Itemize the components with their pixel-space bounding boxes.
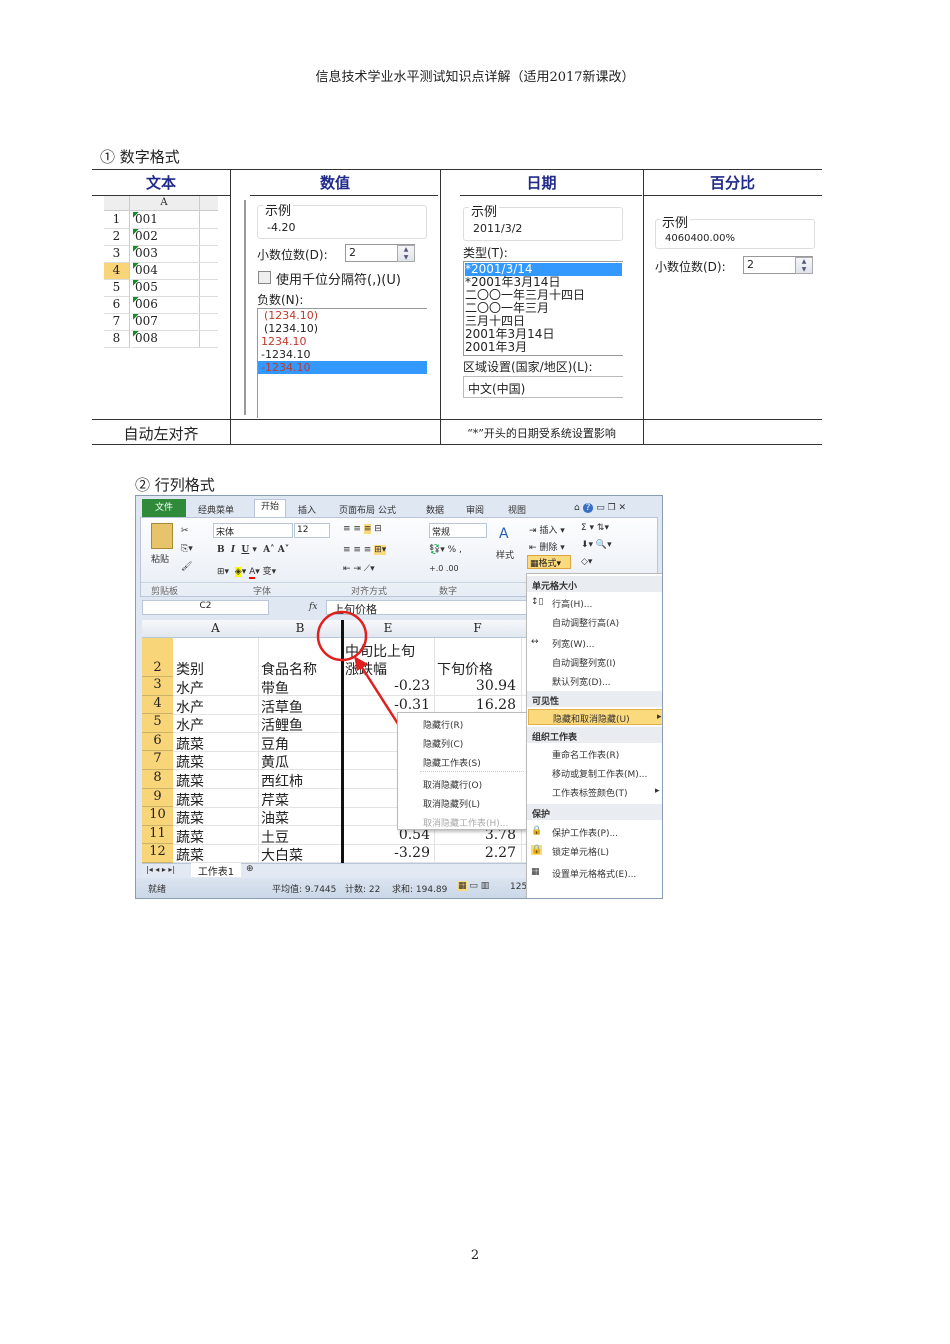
excel-screenshot: 文件 经典菜单 开始 插入 页面布局 公式 数据 审阅 视图 ⌂ ? ▭ ❐ ✕ 粘贴 ✂ ⎘… — [135, 495, 663, 899]
col-width-icon: ↔ — [531, 637, 539, 647]
menu-unhide-rows[interactable]: 取消隐藏行(O) — [423, 778, 482, 791]
text-cell[interactable]: 001 — [130, 212, 218, 229]
text-cell[interactable]: 003 — [130, 246, 218, 263]
locale-select[interactable]: 中文(中国) — [463, 376, 623, 398]
submenu-arrow-icon: ▸ — [657, 712, 662, 722]
menu-unhide-sheet: 取消隐藏工作表(H)... — [423, 819, 509, 829]
submenu-arrow-icon: ▸ — [655, 786, 660, 796]
text-cell[interactable]: 008 — [130, 331, 218, 348]
menu-section-visibility: 可见性 — [527, 691, 662, 707]
menu-col-width[interactable]: 列宽(W)... — [552, 637, 595, 650]
sheet-nav-icons[interactable]: |◂ ◂ ▸ ▸| — [146, 865, 175, 874]
status-ready: 就绪 — [148, 885, 167, 895]
protect-sheet-icon: 🔒 — [531, 826, 543, 836]
menu-unhide-columns[interactable]: 取消隐藏列(L) — [423, 797, 480, 810]
text-cell[interactable]: 004 — [130, 263, 218, 280]
menu-format-cells[interactable]: 设置单元格格式(E)... — [552, 867, 636, 880]
menu-hide-unhide[interactable]: 隐藏和取消隐藏(U) ▸ — [528, 709, 662, 725]
row-height-icon: ↕▯ — [531, 597, 544, 607]
text-note: 自动左对齐 — [123, 425, 199, 443]
menu-hide-unhide-label: 隐藏和取消隐藏(U) — [553, 715, 630, 725]
column-a-header: A — [160, 197, 168, 208]
text-sheet: A 1 001 2 002 3 003 4 004 5 005 6 006 7 007 8 008 — [104, 196, 218, 348]
negative-option[interactable]: 1234.10 — [258, 335, 427, 348]
menu-section-protection: 保护 — [527, 804, 662, 820]
section1-title: ① 数字格式 — [100, 148, 180, 166]
status-zoom[interactable]: 125 — [510, 882, 527, 892]
format-cells-icon: ▦ — [531, 867, 540, 877]
menu-hide-rows[interactable]: 隐藏行(R) — [423, 718, 463, 731]
text-cell[interactable]: 006 — [130, 297, 218, 314]
row-header[interactable]: 6 — [104, 297, 129, 314]
percent-decimals-spinner[interactable]: ▲ ▼ — [795, 257, 813, 274]
lock-icon: 🔒 — [531, 845, 543, 855]
page-header: 信息技术学业水平测试知识点详解（适用2017新课改） — [315, 70, 635, 85]
col-header-percent: 百分比 — [709, 174, 755, 192]
menu-rename-sheet[interactable]: 重命名工作表(R) — [552, 748, 619, 761]
number-decimals-label: 小数位数(D): — [257, 248, 328, 262]
date-sample-label: 示例 — [469, 201, 500, 220]
row-header[interactable]: 8 — [104, 331, 129, 348]
percent-sample-label: 示例 — [660, 212, 691, 231]
date-sample: 2011/3/2 — [473, 222, 523, 235]
menu-section-organize: 组织工作表 — [527, 727, 662, 743]
col-header-text: 文本 — [145, 174, 176, 192]
menu-default-width[interactable]: 默认列宽(D)... — [552, 675, 611, 688]
percent-decimals-label: 小数位数(D): — [655, 260, 726, 274]
hide-unhide-submenu: 隐藏行(R) 隐藏列(C) 隐藏工作表(S) 取消隐藏行(O) 取消隐藏列(L)… — [397, 712, 527, 830]
sheet-tab[interactable]: 工作表1 — [191, 863, 241, 878]
date-type-option[interactable]: 2001年3月 — [465, 341, 622, 354]
row-header[interactable]: 3 — [104, 246, 129, 263]
status-count: 计数: 22 — [345, 885, 381, 895]
row-header[interactable]: 5 — [104, 280, 129, 297]
status-sum: 求和: 194.89 — [392, 885, 448, 895]
negative-option-selected[interactable]: -1234.10 — [258, 361, 427, 374]
menu-lock-cell[interactable]: 锁定单元格(L) — [552, 845, 609, 858]
new-sheet-icon[interactable]: ⊕ — [246, 864, 254, 874]
date-note: “*”开头的日期受系统设置影响 — [467, 427, 616, 440]
annotation-arrowhead — [354, 656, 368, 671]
percent-sample: 4060400.00% — [665, 233, 735, 244]
row-header[interactable]: 2 — [104, 229, 129, 246]
menu-autofit-col[interactable]: 自动调整列宽(I) — [552, 656, 616, 669]
locale-label: 区域设置(国家/地区)(L): — [463, 360, 593, 374]
negative-label: 负数(N): — [257, 293, 304, 307]
menu-row-height[interactable]: 行高(H)... — [552, 597, 592, 610]
negative-option[interactable]: -1234.10 — [258, 348, 427, 361]
status-average: 平均值: 9.7445 — [272, 885, 337, 895]
annotation-circle — [316, 610, 368, 662]
menu-autofit-row[interactable]: 自动调整行高(A) — [552, 616, 619, 629]
date-type-list[interactable]: *2001/3/14 *2001年3月14日 二〇〇一年三月十四日 二〇〇一年三… — [463, 261, 623, 356]
text-cell[interactable]: 002 — [130, 229, 218, 246]
negative-option[interactable]: (1234.10) — [258, 309, 427, 322]
text-cell[interactable]: 007 — [130, 314, 218, 331]
date-type-label: 类型(T): — [463, 246, 508, 260]
row-header[interactable]: 7 — [104, 314, 129, 331]
text-cell[interactable]: 005 — [130, 280, 218, 297]
menu-hide-sheet[interactable]: 隐藏工作表(S) — [423, 756, 481, 769]
menu-move-copy-sheet[interactable]: 移动或复制工作表(M)... — [552, 767, 647, 780]
number-sample: -4.20 — [267, 221, 296, 234]
negative-list[interactable]: (1234.10) (1234.10) 1234.10 -1234.10 -12… — [257, 308, 427, 418]
thousands-label: 使用千位分隔符(,)(U) — [276, 273, 401, 288]
format-menu: 单元格大小 ↕▯ 行高(H)... 自动调整行高(A) ↔ 列宽(W)... 自… — [526, 573, 662, 898]
number-decimals-spinner[interactable]: ▲ ▼ — [397, 245, 415, 262]
view-buttons-icons[interactable]: ▦ ▭ ▥ — [458, 881, 489, 891]
thousands-checkbox[interactable] — [258, 271, 271, 284]
col-header-date: 日期 — [526, 174, 557, 192]
menu-tab-color[interactable]: 工作表标签颜色(T) — [552, 786, 628, 799]
section2-title: ② 行列格式 — [135, 476, 215, 494]
col-header-number: 数值 — [319, 174, 350, 192]
page-number: 2 — [470, 1248, 480, 1263]
negative-option[interactable]: (1234.10) — [258, 322, 427, 335]
number-sample-label: 示例 — [263, 200, 294, 219]
row-header[interactable]: 4 — [104, 263, 129, 280]
menu-hide-columns[interactable]: 隐藏列(C) — [423, 737, 463, 750]
menu-section-cell-size: 单元格大小 — [527, 576, 662, 592]
menu-protect-sheet[interactable]: 保护工作表(P)... — [552, 826, 618, 839]
row-header[interactable]: 1 — [104, 212, 129, 229]
